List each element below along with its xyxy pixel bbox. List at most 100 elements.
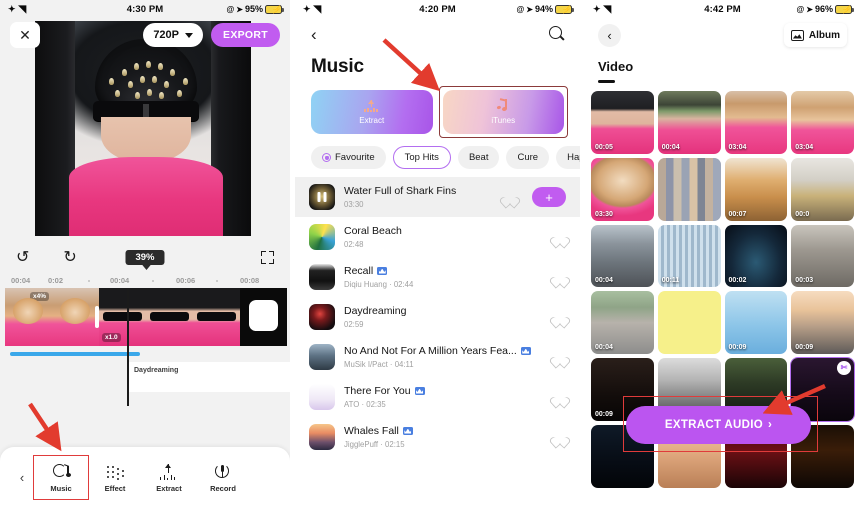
source-card-extract[interactable]: Extract	[311, 90, 433, 134]
video-cell[interactable]: 00:09	[791, 291, 854, 354]
toolbar-item-music[interactable]: Music	[33, 454, 89, 500]
pink-shirt	[69, 157, 223, 236]
resolution-label: 720P	[153, 29, 180, 41]
video-cell[interactable]: 00:05	[591, 91, 654, 154]
page-title: Music	[311, 56, 364, 77]
heart-outline-icon[interactable]	[554, 432, 566, 443]
playhead[interactable]	[127, 288, 129, 406]
timeline[interactable]: x4% x1.0 Daydreaming	[0, 288, 290, 406]
timeline-clip[interactable]	[52, 288, 99, 346]
chip-happy[interactable]: Happ	[556, 146, 580, 169]
song-subtitle: Diqiu Huang · 02:44	[344, 280, 414, 289]
timeline-clip[interactable]	[193, 288, 240, 346]
video-cell[interactable]: 03:04	[791, 91, 854, 154]
heart-outline-icon[interactable]	[554, 392, 566, 403]
video-cell[interactable]: 00:09	[724, 291, 788, 354]
pause-icon[interactable]	[317, 192, 327, 202]
song-row[interactable]: Whales Fall JigglePuff · 02:15	[295, 417, 580, 457]
ruler-tick: 00:08	[240, 276, 260, 285]
source-card-itunes[interactable]: iTunes	[438, 86, 568, 138]
video-duration: 00:0	[795, 210, 810, 218]
chevron-left-icon[interactable]: ‹	[311, 25, 317, 45]
location-arrow-icon: ➤	[526, 4, 533, 14]
toolbar-item-effect[interactable]: Effect	[88, 456, 142, 499]
video-cell[interactable]: 00:07	[724, 157, 788, 221]
song-row[interactable]: Daydreaming 02:59	[295, 297, 580, 337]
undo-icon[interactable]: ↺	[16, 247, 29, 267]
resolution-selector[interactable]: 720P	[143, 23, 204, 47]
video-cell[interactable]	[657, 291, 721, 354]
video-cell[interactable]: 00:04	[591, 224, 654, 288]
song-title-text: Recall	[344, 265, 374, 277]
photo-icon	[790, 29, 804, 41]
status-right-icons: @ ➤ 95% ⚡	[226, 4, 284, 14]
video-duration: 00:09	[595, 410, 613, 418]
toolbar-back-icon[interactable]: ‹	[10, 470, 34, 485]
song-row[interactable]: No And Not For A Million Years Fea... Mu…	[295, 337, 580, 377]
battery-percent: 94%	[534, 4, 553, 14]
album-art	[309, 384, 335, 410]
add-music-button[interactable]: +	[532, 187, 566, 207]
heart-outline-icon[interactable]	[554, 272, 566, 283]
redo-icon[interactable]: ↻	[63, 247, 76, 267]
heart-outline-icon[interactable]	[504, 192, 516, 203]
export-button[interactable]: EXPORT	[211, 23, 280, 47]
toolbar-item-extract[interactable]: Extract	[142, 456, 196, 499]
video-preview-area[interactable]: ✕ 720P EXPORT	[0, 18, 290, 240]
video-duration: 03:04	[728, 143, 747, 151]
clip-speed-tag: x1.0	[102, 333, 121, 342]
video-cell[interactable]: 00:0	[791, 157, 854, 221]
battery-percent: 95%	[244, 4, 263, 14]
timeline-clip[interactable]: x1.0	[99, 288, 146, 346]
video-cell[interactable]: 03:30	[591, 157, 654, 221]
genre-chip-row[interactable]: Favourite Top Hits Beat Cure Happ	[295, 134, 580, 177]
chip-favourite[interactable]: Favourite	[311, 146, 386, 169]
song-row[interactable]: Coral Beach 02:48	[295, 217, 580, 257]
video-cell[interactable]: 00:04	[657, 91, 721, 154]
editor-control-row: ↺ ↻ 39%	[0, 240, 290, 274]
timeline-clip[interactable]	[240, 288, 287, 346]
search-icon[interactable]	[549, 25, 564, 45]
chip-top-hits[interactable]: Top Hits	[392, 146, 451, 169]
chevron-left-icon[interactable]: ‹	[598, 23, 621, 47]
video-preview-frame[interactable]	[35, 21, 251, 236]
song-title-text: No And Not For A Million Years Fea...	[344, 345, 517, 357]
timeline-clip[interactable]: x4%	[5, 288, 52, 346]
video-duration: 00:04	[661, 143, 680, 151]
heart-outline-icon[interactable]	[554, 312, 566, 323]
timeline-clip[interactable]	[146, 288, 193, 346]
heart-outline-icon[interactable]	[554, 352, 566, 363]
album-button[interactable]: Album	[783, 23, 847, 47]
song-meta: Coral Beach 02:48	[344, 225, 545, 249]
video-cell[interactable]	[657, 157, 721, 221]
chip-cure[interactable]: Cure	[506, 146, 550, 169]
video-cell[interactable]: 00:02	[724, 224, 788, 288]
song-row[interactable]: There For You ATO · 02:35	[295, 377, 580, 417]
cut-icon[interactable]: ✄	[837, 361, 851, 375]
extract-arrow-icon	[160, 463, 178, 480]
vip-badge-icon	[414, 387, 425, 395]
song-title: No And Not For A Million Years Fea...	[344, 345, 545, 357]
chip-beat[interactable]: Beat	[457, 146, 500, 169]
video-cell[interactable]: 00:04	[591, 291, 654, 354]
song-list[interactable]: Water Full of Shark Fins 03:30 + Coral B…	[295, 177, 580, 457]
video-cell[interactable]: 03:04	[724, 91, 788, 154]
extract-arrow-icon	[364, 99, 380, 113]
close-icon[interactable]: ✕	[10, 22, 40, 48]
music-source-cards: Extract iTunes	[295, 86, 580, 138]
heart-outline-icon[interactable]	[554, 232, 566, 243]
page-title: Video	[598, 59, 634, 74]
extract-audio-button[interactable]: EXTRACT AUDIO ›	[626, 406, 811, 444]
audio-waveform-bar[interactable]	[10, 352, 140, 356]
video-cell[interactable]: 00:03	[791, 224, 854, 288]
song-row[interactable]: Recall Diqiu Huang · 02:44	[295, 257, 580, 297]
song-row[interactable]: Water Full of Shark Fins 03:30 +	[295, 177, 580, 217]
fullscreen-icon[interactable]	[261, 250, 274, 264]
clip-strip[interactable]: x4% x1.0	[5, 288, 287, 346]
music-track-row[interactable]: Daydreaming	[128, 362, 290, 392]
toolbar-item-record[interactable]: Record	[196, 456, 250, 499]
song-subtitle: 02:59	[344, 320, 364, 329]
status-right-icons: @ ➤ 94% ⚡	[516, 4, 574, 14]
video-cell[interactable]: 00:11	[657, 224, 721, 288]
location-arrow-icon: ➤	[806, 4, 813, 14]
